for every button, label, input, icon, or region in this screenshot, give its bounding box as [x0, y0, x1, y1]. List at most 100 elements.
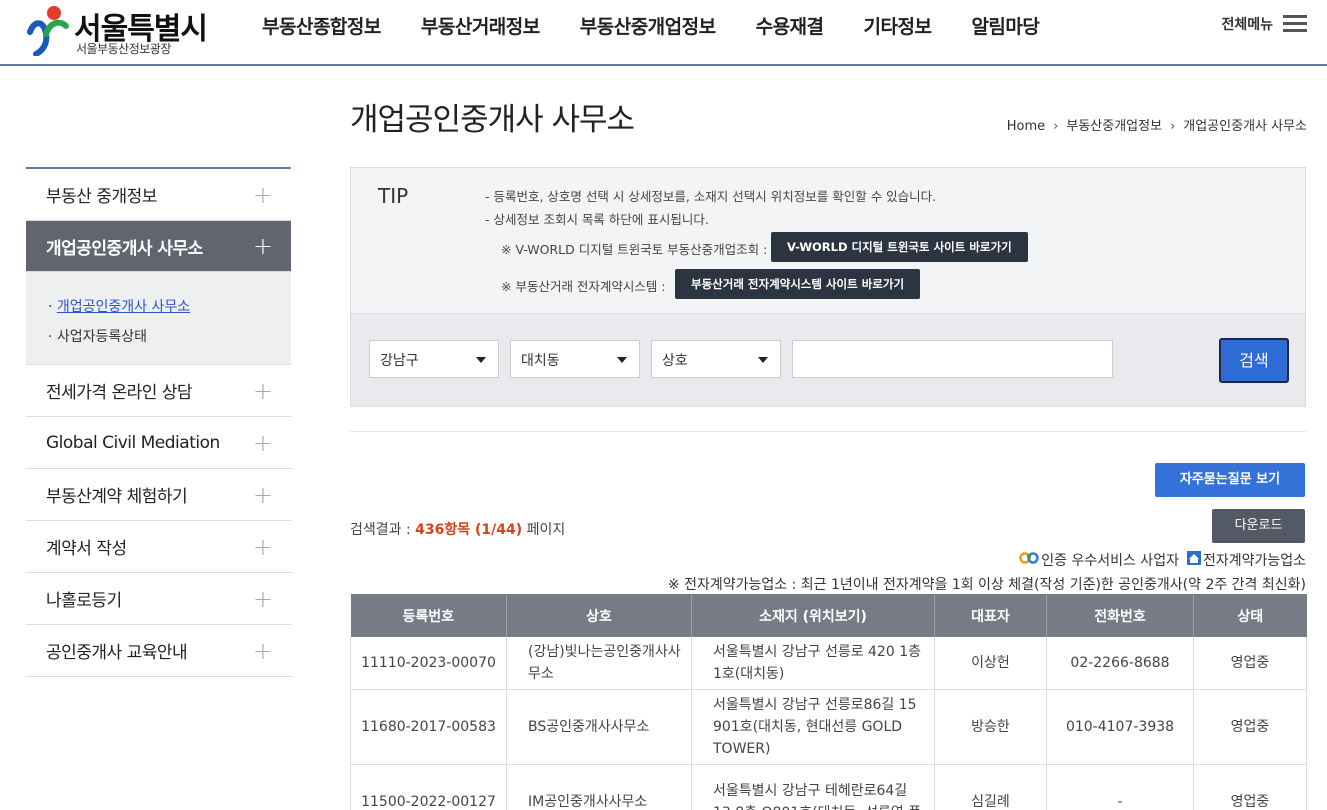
col-phone: 전화번호 [1046, 594, 1194, 637]
sidebar-item-label: 전세가격 온라인 상담 [46, 383, 193, 403]
breadcrumb-current: 개업공인중개사 사무소 [1183, 119, 1307, 134]
nav-notice[interactable]: 알림마당 [971, 12, 1039, 39]
result-suffix: 페이지 [522, 522, 566, 538]
sidebar-item-label: 공인중개사 교육안내 [46, 643, 188, 663]
table-row: 11110-2023-00070 (강남)빛나는공인중개사사무소 서울특별시 강… [350, 637, 1307, 690]
sidebar-item-brokerage-info[interactable]: 부동산 중개정보 + [26, 169, 291, 221]
table-row: 11500-2022-00127 IM공인중개사사무소 서울특별시 강남구 테헤… [350, 764, 1307, 810]
company-link[interactable]: IM공인중개사사무소 [506, 764, 692, 810]
dropdown-arrow-icon [617, 357, 627, 363]
logo-subtitle: 서울부동산정보광장 [76, 42, 171, 56]
status-cell: 영업중 [1193, 689, 1307, 765]
submenu-item-broker-offices[interactable]: · 개업공인중개사 사무소 [48, 292, 271, 322]
legend-cert-label: 인증 우수서비스 사업자 [1041, 553, 1179, 569]
phone-cell: 010-4107-3938 [1046, 689, 1194, 765]
page-title: 개업공인중개사 사무소 [350, 102, 635, 138]
seoul-logo[interactable]: 서울특별시 서울부동산정보광장 [24, 4, 224, 58]
col-status: 상태 [1193, 594, 1307, 637]
sidebar-item-contract-experience[interactable]: 부동산계약 체험하기 + [26, 469, 291, 521]
dropdown-arrow-icon [476, 357, 486, 363]
result-prefix: 검색결과 : [350, 522, 416, 538]
chevron-right-icon: › [1053, 119, 1059, 134]
table-row: 11680-2017-00583 BS공인중개사사무소 서울특별시 강남구 선릉… [350, 689, 1307, 765]
sidebar-item-global-mediation[interactable]: Global Civil Mediation + [26, 417, 291, 469]
plus-icon: + [252, 584, 273, 613]
phone-cell: 02-2266-8688 [1046, 637, 1194, 690]
econtract-link-button[interactable]: 부동산거래 전자계약시스템 사이트 바로가기 [675, 269, 921, 299]
chevron-right-icon: › [1170, 119, 1176, 134]
phone-cell: - [1046, 764, 1194, 810]
sidebar-item-contract-writing[interactable]: 계약서 작성 + [26, 521, 291, 573]
site-header: 서울특별시 서울부동산정보광장 부동산종합정보 부동산거래정보 부동산중개업정보… [0, 0, 1327, 66]
reg-no-link[interactable]: 11500-2022-00127 [350, 764, 507, 810]
econtract-notice: ※ 전자계약가능업소 : 최근 1년이내 전자계약을 1회 이상 체결(작성 기… [667, 577, 1306, 593]
submenu-link[interactable]: 사업자등록상태 [57, 329, 147, 345]
address-link[interactable]: 서울특별시 강남구 선릉로86길 15 901호(대치동, 현대선릉 GOLD … [691, 689, 935, 765]
search-type-value: 상호 [662, 353, 688, 369]
nav-real-estate-info[interactable]: 부동산종합정보 [262, 12, 381, 39]
all-menu-label: 전체메뉴 [1221, 17, 1273, 33]
dropdown-arrow-icon [758, 357, 768, 363]
representative-cell: 이상헌 [934, 637, 1047, 690]
sidebar-item-self-registration[interactable]: 나홀로등기 + [26, 573, 291, 625]
tip-vworld-note: ※ V-WORLD 디지털 트윈국토 부동산중개업조회 : [501, 242, 768, 257]
dong-select-value: 대치동 [521, 353, 560, 369]
keyword-input[interactable] [792, 340, 1113, 378]
table-header-row: 등록번호 상호 소재지 (위치보기) 대표자 전화번호 상태 [350, 594, 1307, 637]
district-select[interactable]: 강남구 [369, 340, 499, 378]
address-link[interactable]: 서울특별시 강남구 선릉로 420 1층 1호(대치동) [691, 637, 935, 690]
search-button[interactable]: 검색 [1219, 338, 1289, 383]
plus-icon: + [252, 636, 273, 665]
plus-icon: + [252, 232, 273, 260]
nav-other-info[interactable]: 기타정보 [864, 12, 932, 39]
faq-button[interactable]: 자주묻는질문 보기 [1155, 463, 1305, 497]
breadcrumb-section[interactable]: 부동산중개업정보 [1066, 119, 1162, 134]
representative-cell: 방승한 [934, 689, 1047, 765]
plus-icon: + [252, 180, 273, 209]
col-reg-no: 등록번호 [350, 594, 507, 637]
company-link[interactable]: BS공인중개사사무소 [506, 689, 692, 765]
submenu-item-business-status[interactable]: · 사업자등록상태 [48, 322, 271, 352]
certification-icon [1019, 550, 1039, 570]
plus-icon: + [252, 376, 273, 405]
breadcrumb: Home › 부동산중개업정보 › 개업공인중개사 사무소 [1007, 115, 1307, 134]
search-type-select[interactable]: 상호 [651, 340, 781, 378]
reg-no-link[interactable]: 11110-2023-00070 [350, 637, 507, 690]
search-panel: 강남구 대치동 상호 검색 [350, 313, 1306, 407]
legend-econtract-label: 전자계약가능업소 [1202, 553, 1306, 569]
sidebar-item-label: Global Civil Mediation [46, 432, 220, 453]
sidebar-item-broker-offices[interactable]: 개업공인중개사 사무소 + [26, 221, 291, 272]
sidebar-item-label: 부동산 중개정보 [46, 187, 157, 207]
dong-select[interactable]: 대치동 [510, 340, 640, 378]
hamburger-icon [1283, 15, 1307, 33]
submenu-link-current[interactable]: 개업공인중개사 사무소 [57, 299, 190, 315]
col-company: 상호 [506, 594, 692, 637]
col-address: 소재지 (위치보기) [691, 594, 935, 637]
seoul-logo-icon [27, 6, 69, 56]
download-button[interactable]: 다운로드 [1212, 509, 1305, 543]
nav-transaction-info[interactable]: 부동산거래정보 [421, 12, 540, 39]
status-cell: 영업중 [1193, 637, 1307, 690]
broker-table: 등록번호 상호 소재지 (위치보기) 대표자 전화번호 상태 11110-202… [350, 594, 1307, 810]
result-count: 436항목 (1/44) [415, 522, 523, 538]
sidebar-submenu: · 개업공인중개사 사무소 · 사업자등록상태 [26, 272, 291, 365]
sidebar-item-label: 계약서 작성 [46, 539, 127, 559]
company-link[interactable]: (강남)빛나는공인중개사사무소 [506, 637, 692, 690]
tip-econtract-note: ※ 부동산거래 전자계약시스템 : [501, 279, 666, 294]
reg-no-link[interactable]: 11680-2017-00583 [350, 689, 507, 765]
vworld-link-button[interactable]: V-WORLD 디지털 트윈국토 사이트 바로가기 [771, 232, 1028, 262]
status-cell: 영업중 [1193, 764, 1307, 810]
tip-line-2: - 상세정보 조회시 목록 하단에 표시됩니다. [485, 212, 709, 227]
sidebar-item-broker-education[interactable]: 공인중개사 교육안내 + [26, 625, 291, 677]
col-representative: 대표자 [934, 594, 1047, 637]
breadcrumb-home[interactable]: Home [1007, 119, 1045, 134]
address-link[interactable]: 서울특별시 강남구 테헤란로64길 13 8층 O801호(대치동, 선릉역 풍 [691, 764, 935, 810]
sidebar-item-jeonse-consult[interactable]: 전세가격 온라인 상담 + [26, 365, 291, 417]
nav-expropriation[interactable]: 수용재결 [756, 12, 824, 39]
search-result-summary: 검색결과 : 436항목 (1/44) 페이지 [350, 519, 565, 539]
all-menu-button[interactable]: 전체메뉴 [1221, 14, 1307, 34]
main-nav: 부동산종합정보 부동산거래정보 부동산중개업정보 수용재결 기타정보 알림마당 [262, 12, 1079, 39]
nav-brokerage-info[interactable]: 부동산중개업정보 [580, 12, 716, 39]
tip-line-1: - 등록번호, 상호명 선택 시 상세정보를, 소재지 선택시 위치정보를 확인… [485, 189, 937, 204]
plus-icon: + [252, 480, 273, 509]
